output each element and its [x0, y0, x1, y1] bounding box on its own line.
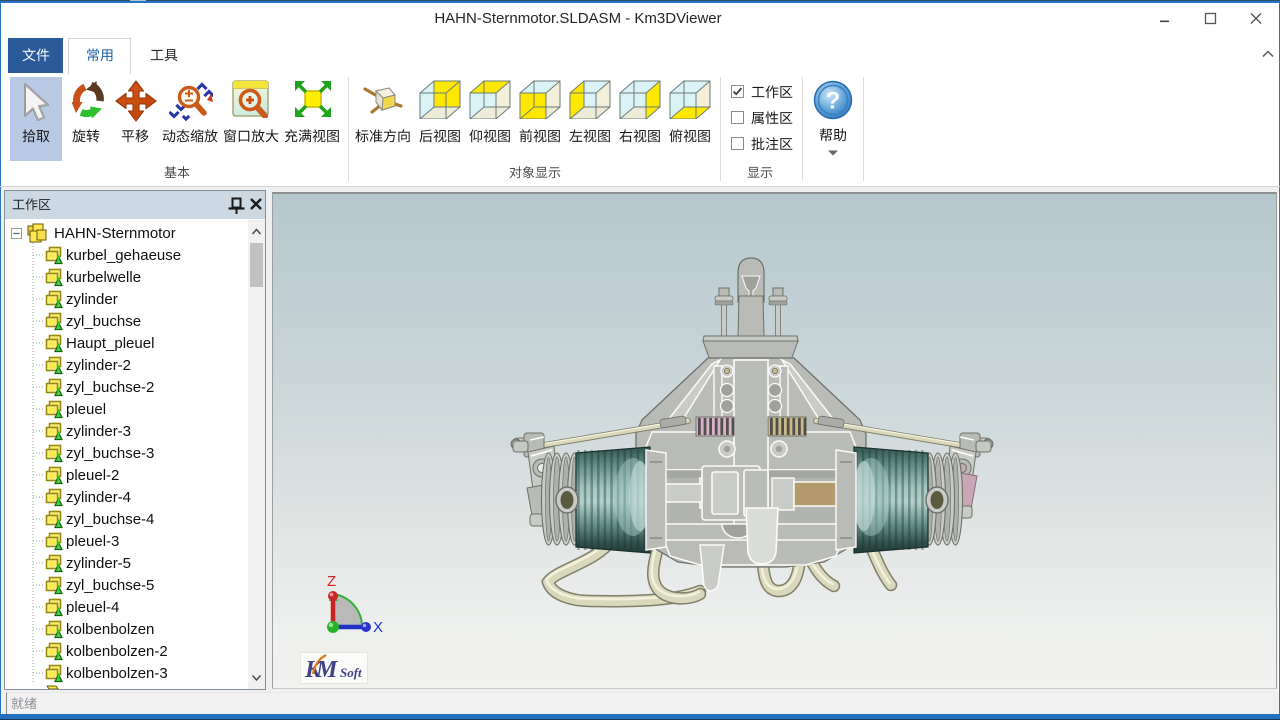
svg-text:?: ?: [826, 88, 841, 115]
svg-text:Soft: Soft: [340, 665, 362, 680]
svg-text:Z: Z: [327, 573, 336, 590]
svg-text:X: X: [373, 619, 383, 636]
